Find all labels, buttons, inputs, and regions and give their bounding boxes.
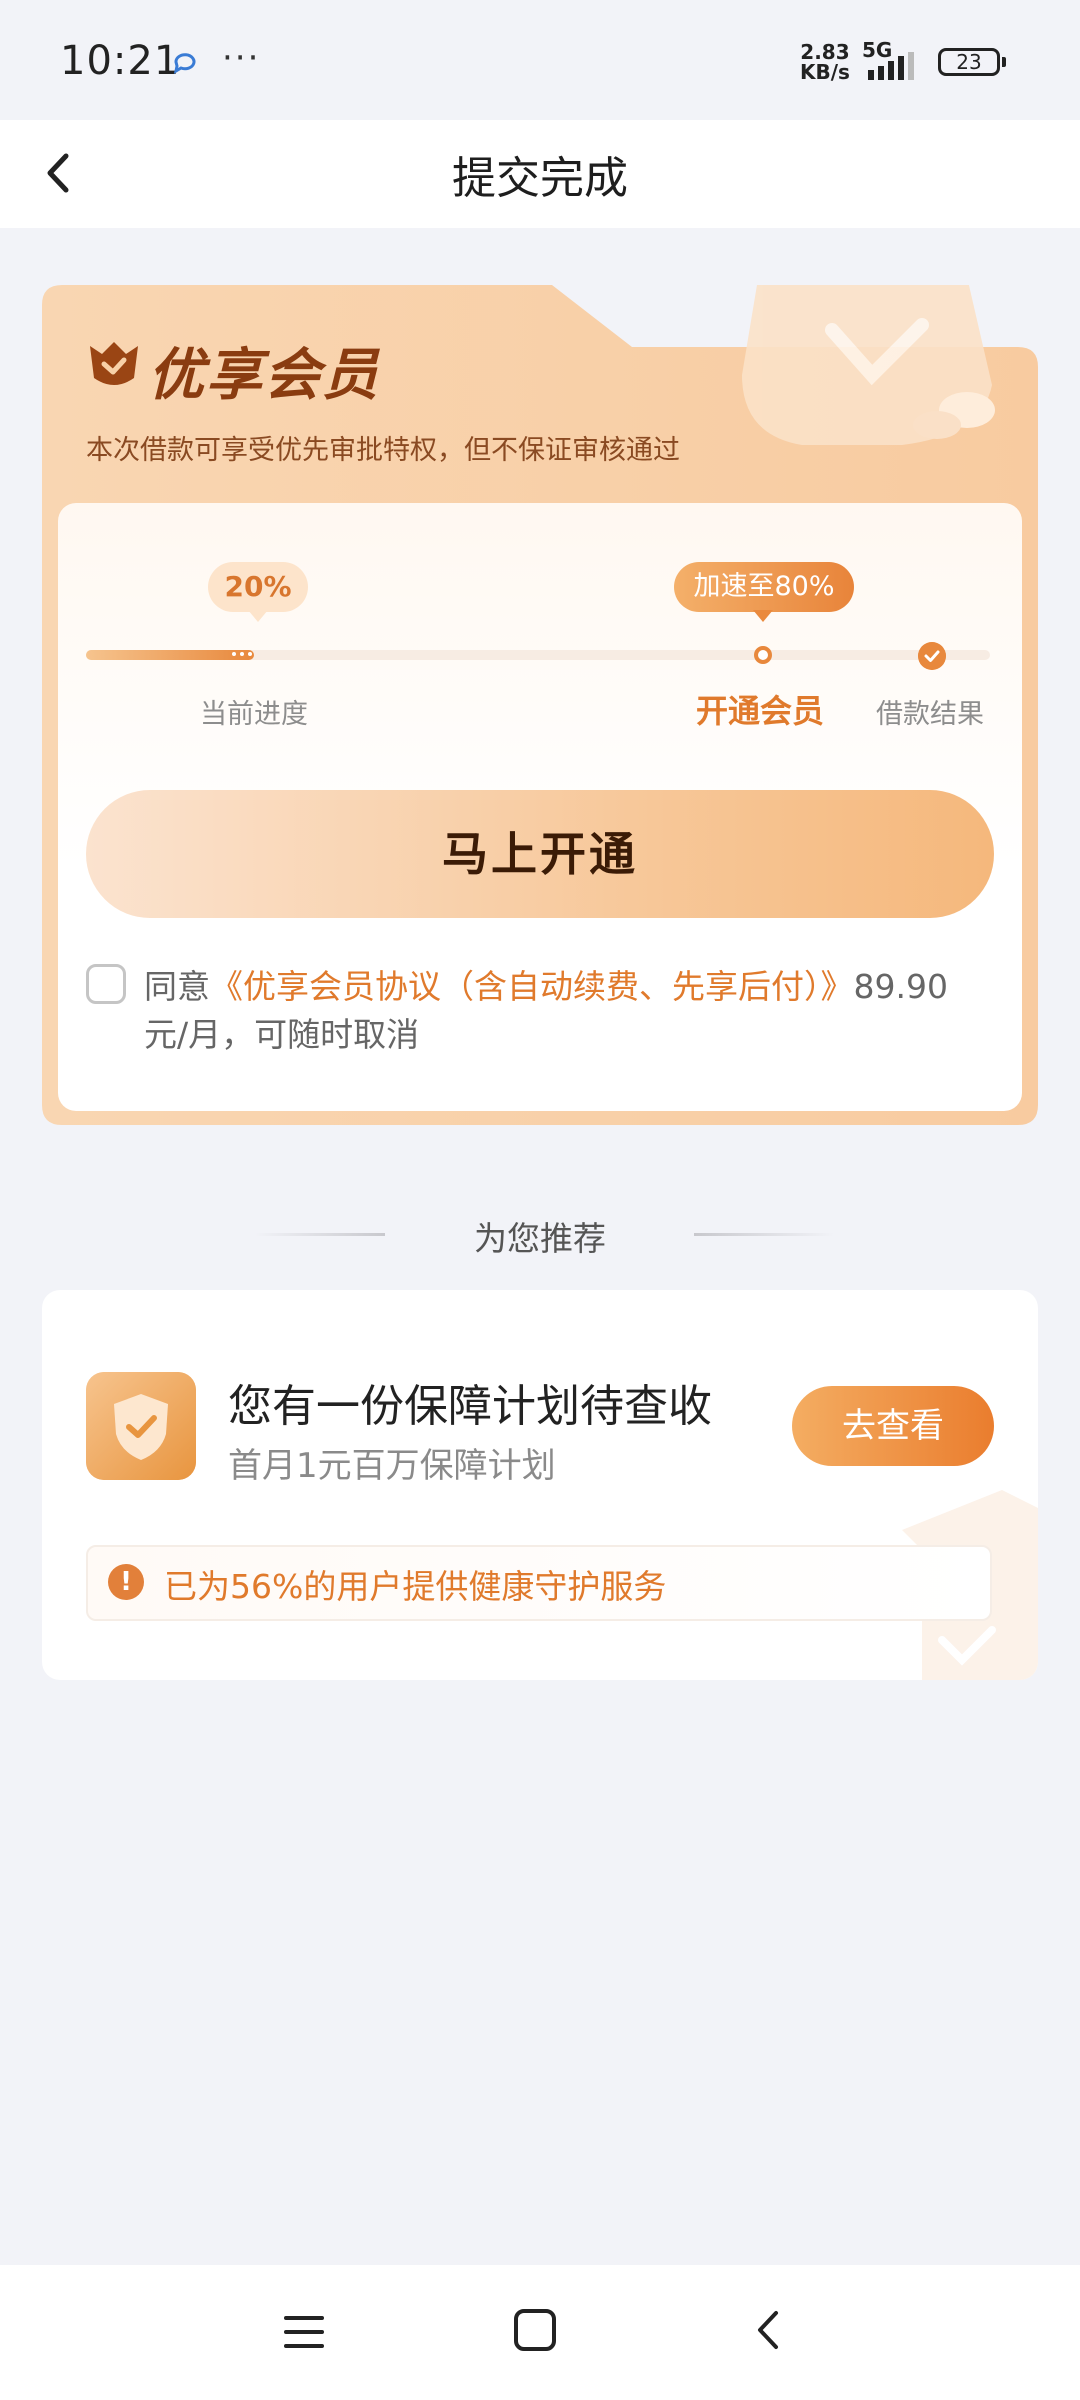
boost-badge: 加速至80% bbox=[674, 562, 854, 612]
member-description: 本次借款可享受优先审批特权，但不保证审核通过 bbox=[86, 435, 680, 466]
decorative-box-icon bbox=[742, 285, 995, 445]
battery-level: 23 bbox=[956, 50, 982, 74]
member-title: 优享会员 bbox=[148, 343, 380, 408]
app-header: 提交完成 bbox=[0, 120, 1080, 228]
notice-text: 已为56%的用户提供健康守护服务 bbox=[164, 1567, 667, 1606]
check-circle-icon bbox=[918, 642, 946, 670]
agreement-link[interactable]: 《优享会员协议（含自动续费、先享后付）》 bbox=[210, 967, 854, 1006]
current-percent-badge: 20% bbox=[208, 562, 308, 612]
bubble-pointer bbox=[248, 610, 268, 622]
chat-bubble-icon bbox=[173, 53, 196, 74]
recommend-subtitle: 首月1元百万保障计划 bbox=[228, 1446, 556, 1486]
more-indicator: ··· bbox=[222, 38, 261, 78]
bubble-pointer bbox=[753, 610, 773, 622]
exclamation-icon: ! bbox=[108, 1564, 144, 1600]
step-dot-member bbox=[754, 646, 772, 664]
crown-shield-icon bbox=[90, 342, 138, 385]
view-button[interactable]: 去查看 bbox=[792, 1386, 994, 1466]
agreement-text: 同意《优享会员协议（含自动续费、先享后付）》89.90 bbox=[144, 967, 948, 1006]
divider-line bbox=[694, 1233, 834, 1236]
agreement-suffix: 元/月，可随时取消 bbox=[144, 1015, 420, 1054]
open-member-button[interactable]: 马上开通 bbox=[86, 790, 994, 918]
nav-back-icon[interactable] bbox=[748, 2305, 788, 2355]
status-time: 10:21 bbox=[60, 38, 181, 84]
agreement-checkbox[interactable] bbox=[86, 964, 126, 1004]
agreement-price: 89.90 bbox=[853, 967, 948, 1006]
step-label-result: 借款结果 bbox=[876, 699, 984, 730]
system-nav-bar bbox=[0, 2265, 1080, 2400]
recommend-section-title: 为您推荐 bbox=[474, 1219, 606, 1258]
status-bar: 10:21 ··· 2.83 KB/s 5G 23 bbox=[0, 0, 1080, 120]
network-speed: 2.83 KB/s bbox=[800, 40, 850, 84]
recommend-headline: 您有一份保障计划待查收 bbox=[228, 1381, 712, 1432]
battery-icon: 23 bbox=[938, 48, 1008, 76]
page-title: 提交完成 bbox=[452, 153, 628, 204]
menu-icon[interactable] bbox=[280, 2310, 328, 2354]
step-label-current: 当前进度 bbox=[200, 699, 308, 730]
shield-check-icon bbox=[86, 1372, 196, 1480]
progress-fill bbox=[86, 650, 254, 660]
signal-icon bbox=[868, 52, 914, 80]
square-home-icon[interactable] bbox=[510, 2305, 560, 2355]
step-label-open-member: 开通会员 bbox=[696, 692, 825, 730]
